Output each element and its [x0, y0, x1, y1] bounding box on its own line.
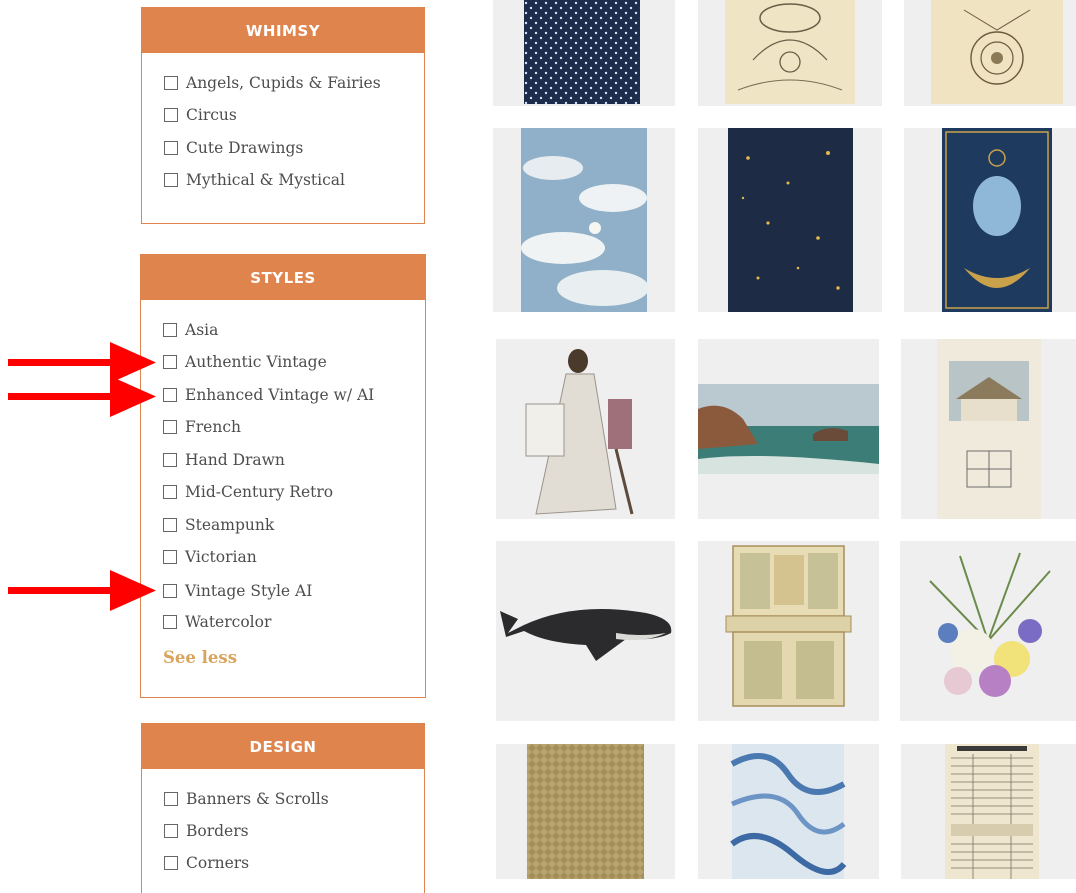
filter-option-authentic-vintage[interactable]: Authentic Vintage	[163, 353, 327, 371]
filter-option-label: Corners	[186, 854, 250, 872]
celestial-diagram-image	[931, 0, 1063, 104]
thumbnail-celestial-woman[interactable]	[904, 128, 1076, 312]
filter-panel-title: WHIMSY	[142, 8, 424, 53]
checkbox[interactable]	[163, 485, 177, 499]
thumbnail-cottage-plan[interactable]	[901, 339, 1076, 519]
thumbnail-starry-night[interactable]	[698, 128, 882, 312]
checkbox[interactable]	[163, 518, 177, 532]
checkbox[interactable]	[163, 420, 177, 434]
filter-option-label: Mythical & Mystical	[186, 171, 345, 189]
filter-option-victorian[interactable]: Victorian	[163, 548, 257, 566]
filter-option-label: Authentic Vintage	[185, 353, 327, 371]
starry-night-image	[728, 128, 853, 312]
checkbox[interactable]	[163, 615, 177, 629]
woven-texture-image	[527, 744, 644, 879]
filter-option-label: Borders	[186, 822, 249, 840]
red-arrow-icon	[8, 570, 156, 611]
filter-option-label: Mid-Century Retro	[185, 483, 334, 501]
checkbox[interactable]	[163, 584, 177, 598]
filter-option-french[interactable]: French	[163, 418, 241, 436]
thumbnail-tide-table[interactable]	[901, 744, 1076, 879]
star-pattern-image	[524, 0, 640, 104]
filter-option-steampunk[interactable]: Steampunk	[163, 516, 274, 534]
filter-option-cute-drawings[interactable]: Cute Drawings	[164, 139, 303, 157]
filter-option-hand-drawn[interactable]: Hand Drawn	[163, 451, 285, 469]
filter-option-label: Steampunk	[185, 516, 275, 534]
filter-option-corners[interactable]: Corners	[164, 854, 249, 872]
seascape-image	[698, 384, 879, 474]
checkbox[interactable]	[163, 388, 177, 402]
checkbox[interactable]	[163, 550, 177, 564]
filter-option-vintage-style-ai[interactable]: Vintage Style AI	[163, 582, 312, 600]
checkbox[interactable]	[164, 173, 178, 187]
filter-panel-styles: STYLES Asia Authentic Vintage Enhanced V…	[140, 254, 426, 698]
engraving-image	[725, 0, 855, 104]
filter-option-angels-cupids-fairies[interactable]: Angels, Cupids & Fairies	[164, 74, 381, 92]
filter-option-label: French	[185, 418, 241, 436]
filter-option-label: Victorian	[185, 548, 257, 566]
whale-image	[500, 609, 672, 661]
celestial-woman-image	[942, 128, 1052, 312]
thumbnail-celestial-diagram[interactable]	[904, 0, 1076, 106]
filter-option-label: Vintage Style AI	[185, 582, 313, 600]
thumbnail-flower-bouquet[interactable]	[900, 541, 1076, 721]
red-arrow-icon	[8, 376, 156, 417]
filter-panel-title: STYLES	[141, 255, 425, 300]
filter-option-banners-scrolls[interactable]: Banners & Scrolls	[164, 790, 329, 808]
thumbnail-whale[interactable]	[496, 541, 675, 721]
filter-option-mid-century-retro[interactable]: Mid-Century Retro	[163, 483, 333, 501]
flower-bouquet-image	[929, 552, 1051, 697]
filter-option-label: Circus	[186, 106, 237, 124]
thumbnail-seascape[interactable]	[698, 339, 879, 519]
filter-option-label: Cute Drawings	[186, 139, 304, 157]
thumbnail-balloon-engraving[interactable]	[698, 0, 882, 106]
filter-option-label: Hand Drawn	[185, 451, 285, 469]
thumbnail-star-pattern[interactable]	[493, 0, 675, 106]
filter-option-label: Banners & Scrolls	[186, 790, 329, 808]
tide-table-image	[945, 744, 1039, 879]
checkbox[interactable]	[164, 108, 178, 122]
thumbnail-woven-texture[interactable]	[496, 744, 675, 879]
filter-option-mythical-mystical[interactable]: Mythical & Mystical	[164, 171, 345, 189]
filter-option-borders[interactable]: Borders	[164, 822, 249, 840]
checkbox[interactable]	[163, 453, 177, 467]
checkbox[interactable]	[163, 355, 177, 369]
checkbox[interactable]	[164, 792, 178, 806]
secretary-desk-image	[725, 545, 852, 707]
filter-option-watercolor[interactable]: Watercolor	[163, 613, 271, 631]
checkbox[interactable]	[164, 141, 178, 155]
thumbnail-secretary-desk[interactable]	[698, 541, 879, 721]
marbled-paper-image	[730, 744, 847, 879]
filter-option-label: Enhanced Vintage w/ AI	[185, 386, 375, 404]
filter-panel-whimsy: WHIMSY Angels, Cupids & Fairies Circus C…	[141, 7, 425, 224]
checkbox[interactable]	[163, 323, 177, 337]
cottage-plan-image	[937, 339, 1041, 519]
checkbox[interactable]	[164, 76, 178, 90]
thumbnail-regency-woman[interactable]	[496, 339, 675, 519]
filter-option-circus[interactable]: Circus	[164, 106, 237, 124]
filter-panel-title: DESIGN	[142, 724, 424, 769]
cloudy-sky-image	[521, 128, 649, 312]
filter-option-asia[interactable]: Asia	[163, 321, 218, 339]
thumbnail-cloudy-sky[interactable]	[493, 128, 675, 312]
regency-woman-image	[525, 349, 634, 515]
filter-option-label: Angels, Cupids & Fairies	[186, 74, 381, 92]
checkbox[interactable]	[164, 824, 178, 838]
checkbox[interactable]	[164, 856, 178, 870]
filter-panel-design: DESIGN Banners & Scrolls Borders Corners	[141, 723, 425, 893]
filter-option-label: Watercolor	[185, 613, 272, 631]
thumbnail-marbled-paper[interactable]	[698, 744, 879, 879]
filter-option-enhanced-vintage-ai[interactable]: Enhanced Vintage w/ AI	[163, 386, 374, 404]
see-less-link[interactable]: See less	[163, 648, 237, 667]
filter-option-label: Asia	[185, 321, 219, 339]
